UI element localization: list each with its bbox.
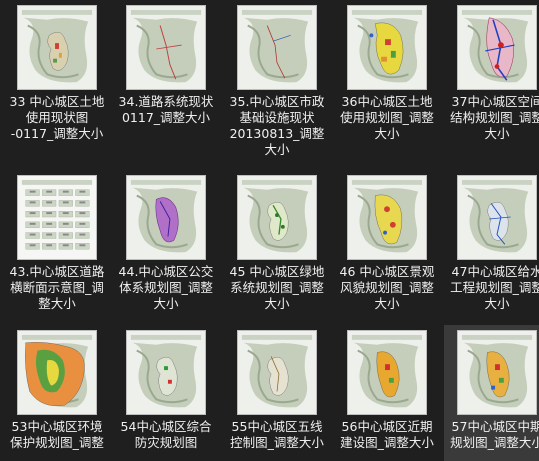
map-thumbnail-image (458, 331, 536, 414)
file-name: 54中心城区综合 防灾规划图 (120, 419, 212, 450)
map-thumbnail-image (18, 331, 96, 414)
map-thumbnail-image (18, 6, 96, 89)
file-tile[interactable]: 45 中心城区绿地 系统规划图_调整 大小 (224, 170, 330, 322)
file-name: 57中心城区中期 规划图_调整大小 (450, 419, 539, 450)
file-thumbnail[interactable] (17, 175, 97, 260)
file-grid: 33 中心城区土地 使用现状图 -0117_调整大小 34.道路系统现状 0117… (0, 0, 539, 461)
file-thumbnail[interactable] (17, 330, 97, 415)
file-name: 37中心城区空间 结构规划图_调整 大小 (450, 94, 539, 141)
file-tile[interactable]: 37中心城区空间 结构规划图_调整 大小 (444, 0, 539, 168)
file-thumbnail[interactable] (457, 330, 537, 415)
file-tile[interactable]: 55中心城区五线 控制图_调整大小 (224, 325, 330, 461)
file-thumbnail[interactable] (457, 175, 537, 260)
map-thumbnail-image (238, 176, 316, 259)
file-thumbnail[interactable] (347, 330, 427, 415)
file-name: 44.中心城区公交 体系规划图_调整 大小 (118, 264, 214, 311)
map-thumbnail-image (348, 176, 426, 259)
file-name: 56中心城区近期 建设图_调整大小 (340, 419, 434, 450)
file-name: 43.中心城区道路 横断面示意图_调 整大小 (9, 264, 105, 311)
file-thumbnail[interactable] (347, 5, 427, 90)
file-thumbnail[interactable] (347, 175, 427, 260)
file-thumbnail[interactable] (17, 5, 97, 90)
map-thumbnail-image (238, 6, 316, 89)
map-thumbnail-image (18, 176, 96, 259)
file-thumbnail[interactable] (457, 5, 537, 90)
map-thumbnail-image (127, 6, 205, 89)
file-tile[interactable]: 43.中心城区道路 横断面示意图_调 整大小 (4, 170, 110, 322)
file-name: 34.道路系统现状 0117_调整大小 (118, 94, 214, 125)
file-tile[interactable]: 56中心城区近期 建设图_调整大小 (334, 325, 440, 461)
file-name: 47中心城区给水 工程规划图_调整 大小 (450, 264, 539, 311)
file-tile[interactable]: 36中心城区土地 使用规划图_调整 大小 (334, 0, 440, 168)
file-tile[interactable]: 46 中心城区景观 风貌规划图_调整 大小 (334, 170, 440, 322)
file-name: 35.中心城区市政 基础设施现状 20130813_调整 大小 (229, 94, 325, 157)
file-name: 45 中心城区绿地 系统规划图_调整 大小 (229, 264, 325, 311)
file-tile[interactable]: 53中心城区环境 保护规划图_调整 (4, 325, 110, 461)
file-tile[interactable]: 54中心城区综合 防灾规划图 (113, 325, 219, 461)
file-thumbnail[interactable] (126, 5, 206, 90)
file-thumbnail[interactable] (237, 175, 317, 260)
file-name: 33 中心城区土地 使用现状图 -0117_调整大小 (9, 94, 105, 141)
file-tile[interactable]: 34.道路系统现状 0117_调整大小 (113, 0, 219, 168)
file-tile[interactable]: 33 中心城区土地 使用现状图 -0117_调整大小 (4, 0, 110, 168)
file-thumbnail[interactable] (126, 330, 206, 415)
file-tile[interactable]: 57中心城区中期 规划图_调整大小 (444, 325, 539, 461)
map-thumbnail-image (348, 331, 426, 414)
file-tile[interactable]: 35.中心城区市政 基础设施现状 20130813_调整 大小 (224, 0, 330, 168)
map-thumbnail-image (238, 331, 316, 414)
map-thumbnail-image (458, 6, 536, 89)
map-thumbnail-image (458, 176, 536, 259)
file-name: 53中心城区环境 保护规划图_调整 (10, 419, 104, 450)
file-tile[interactable]: 44.中心城区公交 体系规划图_调整 大小 (113, 170, 219, 322)
file-name: 55中心城区五线 控制图_调整大小 (230, 419, 324, 450)
file-thumbnail[interactable] (126, 175, 206, 260)
file-tile[interactable]: 47中心城区给水 工程规划图_调整 大小 (444, 170, 539, 322)
map-thumbnail-image (348, 6, 426, 89)
map-thumbnail-image (127, 331, 205, 414)
file-name: 46 中心城区景观 风貌规划图_调整 大小 (339, 264, 435, 311)
file-name: 36中心城区土地 使用规划图_调整 大小 (340, 94, 434, 141)
file-thumbnail[interactable] (237, 5, 317, 90)
file-thumbnail[interactable] (237, 330, 317, 415)
map-thumbnail-image (127, 176, 205, 259)
